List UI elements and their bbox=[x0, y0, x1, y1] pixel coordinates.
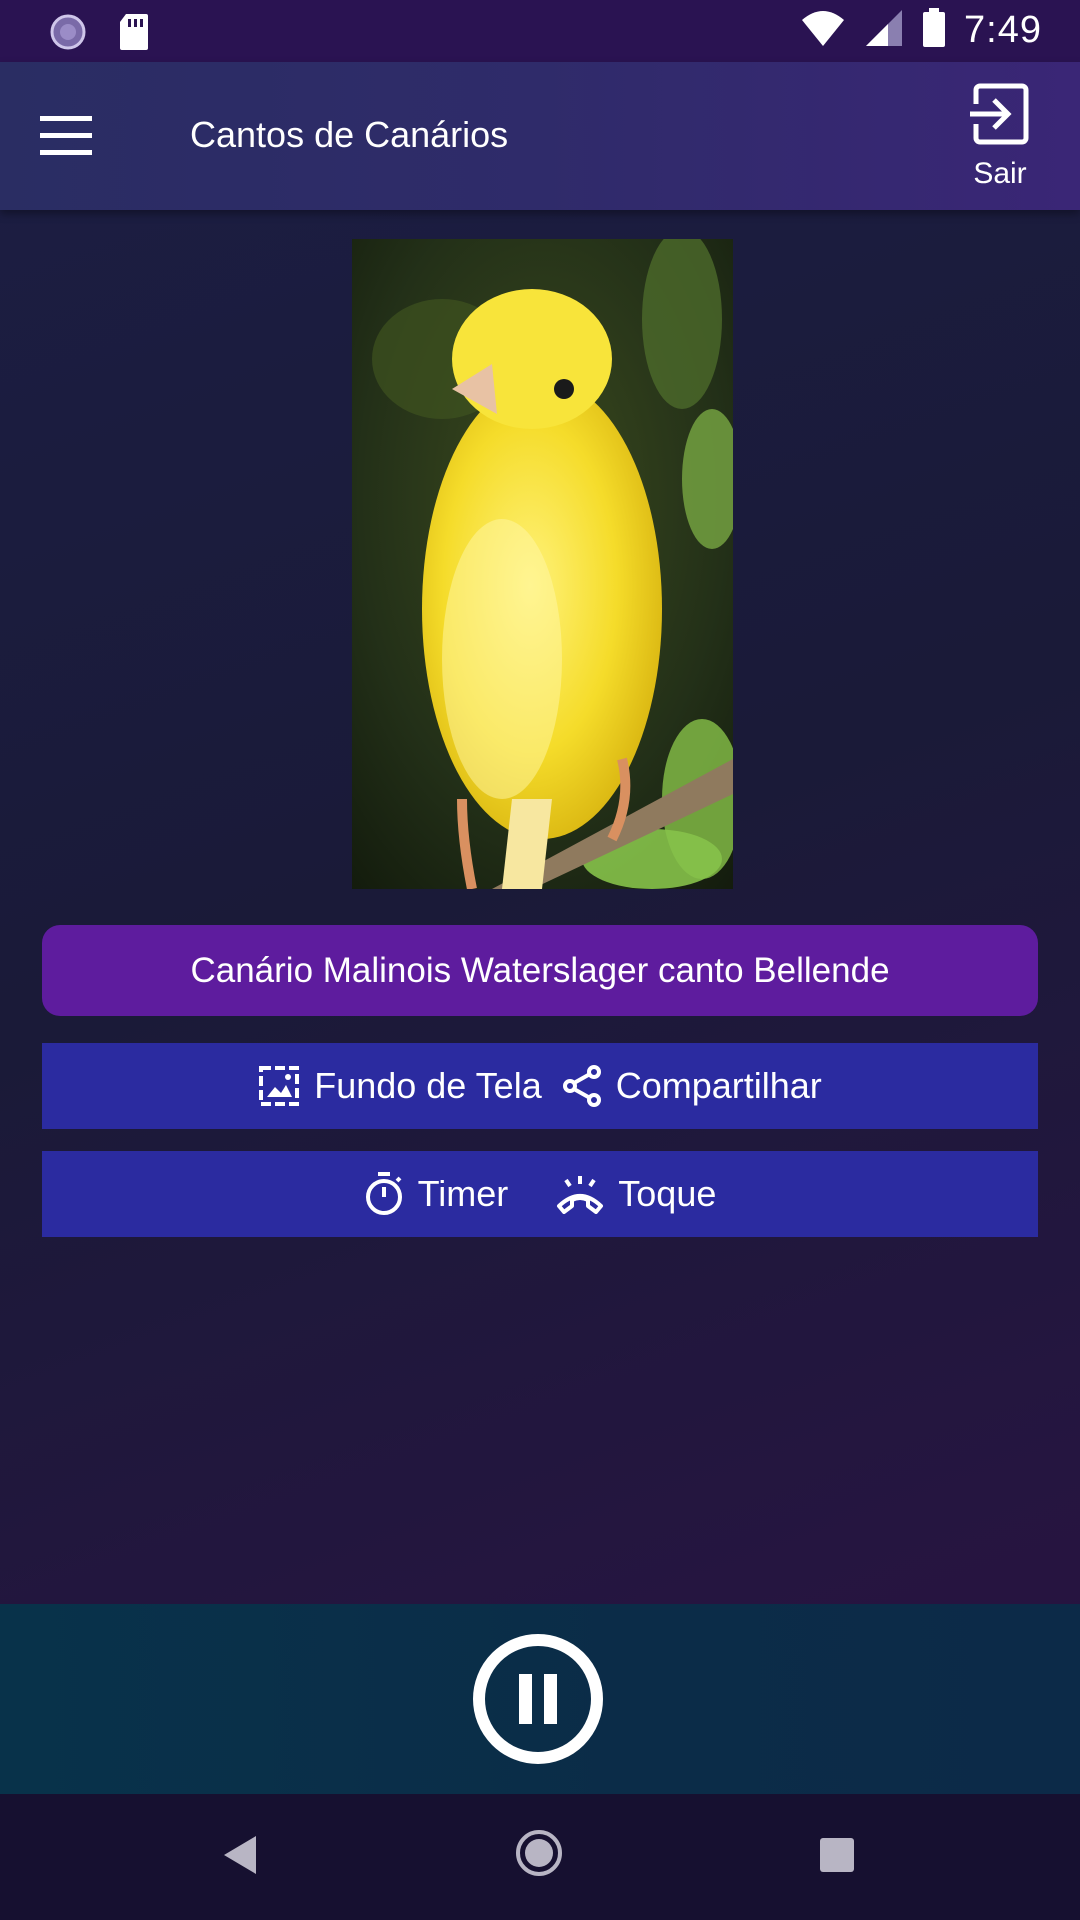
back-triangle-icon bbox=[224, 1836, 256, 1874]
action-row-wallpaper-share: Fundo de Tela Compartilhar bbox=[42, 1043, 1038, 1129]
app-bar: Cantos de Canários Sair bbox=[0, 62, 1080, 210]
timer-icon bbox=[365, 1172, 402, 1215]
battery-icon bbox=[922, 8, 946, 53]
song-title: Canário Malinois Waterslager canto Belle… bbox=[42, 925, 1038, 1016]
action-row-timer-ringtone: Timer Toque bbox=[42, 1151, 1038, 1237]
exit-label: Sair bbox=[973, 157, 1027, 190]
nav-recent-button[interactable] bbox=[820, 1838, 854, 1877]
sd-card-icon bbox=[118, 12, 150, 57]
pause-button[interactable] bbox=[471, 1632, 605, 1766]
timer-button[interactable]: Timer bbox=[340, 1172, 533, 1216]
system-nav-bar bbox=[0, 1794, 1080, 1920]
ringtone-icon bbox=[557, 1176, 604, 1214]
ringtone-label: Toque bbox=[618, 1173, 717, 1214]
nav-back-button[interactable] bbox=[222, 1834, 258, 1881]
recent-apps-square-icon bbox=[820, 1838, 854, 1872]
timer-label: Timer bbox=[417, 1173, 509, 1214]
ringtone-button[interactable]: Toque bbox=[532, 1173, 740, 1215]
status-bar: 7:49 bbox=[0, 0, 1080, 62]
nav-home-button[interactable] bbox=[514, 1828, 564, 1883]
pause-icon bbox=[473, 1634, 603, 1764]
signal-icon bbox=[864, 8, 904, 53]
player-bar bbox=[0, 1604, 1080, 1794]
wallpaper-button[interactable]: Fundo de Tela bbox=[248, 1065, 552, 1107]
menu-button[interactable] bbox=[40, 108, 106, 164]
wallpaper-label: Fundo de Tela bbox=[314, 1065, 542, 1106]
share-button[interactable]: Compartilhar bbox=[552, 1065, 832, 1107]
hamburger-menu-icon bbox=[40, 116, 92, 155]
exit-icon bbox=[970, 83, 1029, 145]
canary-image bbox=[352, 239, 733, 889]
share-label: Compartilhar bbox=[615, 1065, 822, 1106]
status-time: 7:49 bbox=[964, 9, 1042, 51]
wallpaper-icon bbox=[259, 1066, 300, 1106]
sync-icon bbox=[48, 12, 88, 57]
share-icon bbox=[562, 1065, 601, 1107]
wifi-icon bbox=[800, 8, 846, 53]
home-circle-icon bbox=[516, 1830, 562, 1876]
exit-button[interactable]: Sair bbox=[950, 80, 1050, 200]
page-title: Cantos de Canários bbox=[190, 114, 509, 155]
